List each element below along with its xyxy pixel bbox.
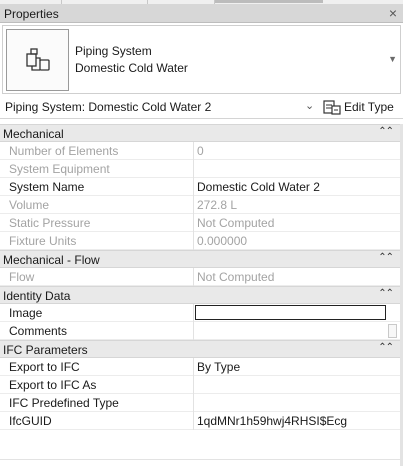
group-header[interactable]: IFC Parameters ⌃⌃	[0, 340, 403, 358]
property-row[interactable]: Flow Not Computed	[0, 268, 403, 286]
property-row[interactable]: Volume 272.8 L	[0, 196, 403, 214]
column-divider	[193, 160, 194, 178]
properties-title-bar[interactable]: Properties ×	[0, 4, 403, 23]
divider	[0, 459, 403, 460]
group-title: Identity Data	[3, 289, 71, 303]
property-value[interactable]: Domestic Cold Water 2	[197, 180, 320, 194]
property-value: 0	[197, 144, 204, 158]
panel-title: Properties	[4, 7, 59, 21]
property-row[interactable]: Number of Elements 0	[0, 142, 403, 160]
property-value: Not Computed	[197, 216, 275, 230]
property-value: Not Computed	[197, 270, 275, 284]
type-selector[interactable]: Piping System Domestic Cold Water ▼	[2, 25, 401, 94]
property-name: Fixture Units	[9, 234, 77, 248]
property-row[interactable]: Static Pressure Not Computed	[0, 214, 403, 232]
properties-table: Mechanical ⌃⌃ Number of Elements 0 System Eq…	[0, 124, 403, 430]
column-divider	[193, 304, 194, 322]
property-value[interactable]: 1qdMNr1h59hwj4RHSI$Ecg	[197, 414, 347, 428]
group-header[interactable]: Mechanical ⌃⌃	[0, 124, 403, 142]
active-tab-indicator	[215, 0, 323, 3]
group-title: IFC Parameters	[3, 343, 88, 357]
instance-filter-label[interactable]: Piping System: Domestic Cold Water 2	[5, 100, 211, 114]
collapse-icon[interactable]: ⌃⌃	[378, 342, 394, 353]
property-name: Static Pressure	[9, 216, 91, 230]
edit-type-icon[interactable]	[323, 99, 341, 115]
type-preview	[6, 29, 69, 91]
property-row[interactable]: System Name Domestic Cold Water 2	[0, 178, 403, 196]
group-title: Mechanical - Flow	[3, 253, 100, 267]
property-name: System Name	[9, 180, 85, 194]
group-title: Mechanical	[3, 127, 64, 141]
property-row[interactable]: System Equipment	[0, 160, 403, 178]
property-row[interactable]: IfcGUID 1qdMNr1h59hwj4RHSI$Ecg	[0, 412, 403, 430]
comments-expand-handle[interactable]	[388, 324, 397, 338]
column-divider	[193, 178, 194, 196]
dropdown-arrow-icon[interactable]: ▼	[388, 54, 397, 64]
column-divider	[193, 358, 194, 376]
property-name: Export to IFC As	[9, 378, 97, 392]
column-divider	[193, 268, 194, 286]
property-value: 0.000000	[197, 234, 248, 248]
property-name: IfcGUID	[9, 414, 52, 428]
property-name: IFC Predefined Type	[9, 396, 119, 410]
column-divider	[193, 322, 194, 340]
property-row[interactable]: Comments	[0, 322, 403, 340]
column-divider	[193, 232, 194, 250]
collapse-icon[interactable]: ⌃⌃	[378, 252, 394, 263]
image-value-field[interactable]	[195, 305, 386, 320]
collapse-icon[interactable]: ⌃⌃	[378, 288, 394, 299]
instance-filter-row[interactable]: Piping System: Domestic Cold Water 2 ⌄ E…	[0, 95, 403, 119]
property-row[interactable]: Fixture Units 0.000000	[0, 232, 403, 250]
column-divider	[193, 394, 194, 412]
close-icon[interactable]: ×	[389, 5, 397, 21]
edit-type-button[interactable]: Edit Type	[344, 100, 394, 114]
property-value[interactable]: By Type	[197, 360, 240, 374]
column-divider	[193, 196, 194, 214]
chevron-down-icon[interactable]: ⌄	[305, 99, 314, 112]
property-row[interactable]: Image	[0, 304, 403, 322]
type-name-label: Domestic Cold Water	[75, 61, 188, 75]
group-header[interactable]: Identity Data ⌃⌃	[0, 286, 403, 304]
property-name: Export to IFC	[9, 360, 80, 374]
property-value: 272.8 L	[197, 198, 238, 212]
property-row[interactable]: IFC Predefined Type	[0, 394, 403, 412]
group-header[interactable]: Mechanical - Flow ⌃⌃	[0, 250, 403, 268]
property-row[interactable]: Export to IFC As	[0, 376, 403, 394]
column-divider	[193, 214, 194, 232]
property-name: Volume	[9, 198, 50, 212]
property-name: Comments	[9, 324, 68, 338]
property-name: Flow	[9, 270, 35, 284]
piping-system-icon	[26, 48, 50, 71]
property-name: Image	[9, 306, 43, 320]
property-name: System Equipment	[9, 162, 110, 176]
column-divider	[193, 376, 194, 394]
column-divider	[193, 412, 194, 430]
property-name: Number of Elements	[9, 144, 119, 158]
column-divider	[193, 142, 194, 160]
property-row[interactable]: Export to IFC By Type	[0, 358, 403, 376]
collapse-icon[interactable]: ⌃⌃	[378, 126, 394, 137]
type-family-label: Piping System	[75, 44, 152, 58]
